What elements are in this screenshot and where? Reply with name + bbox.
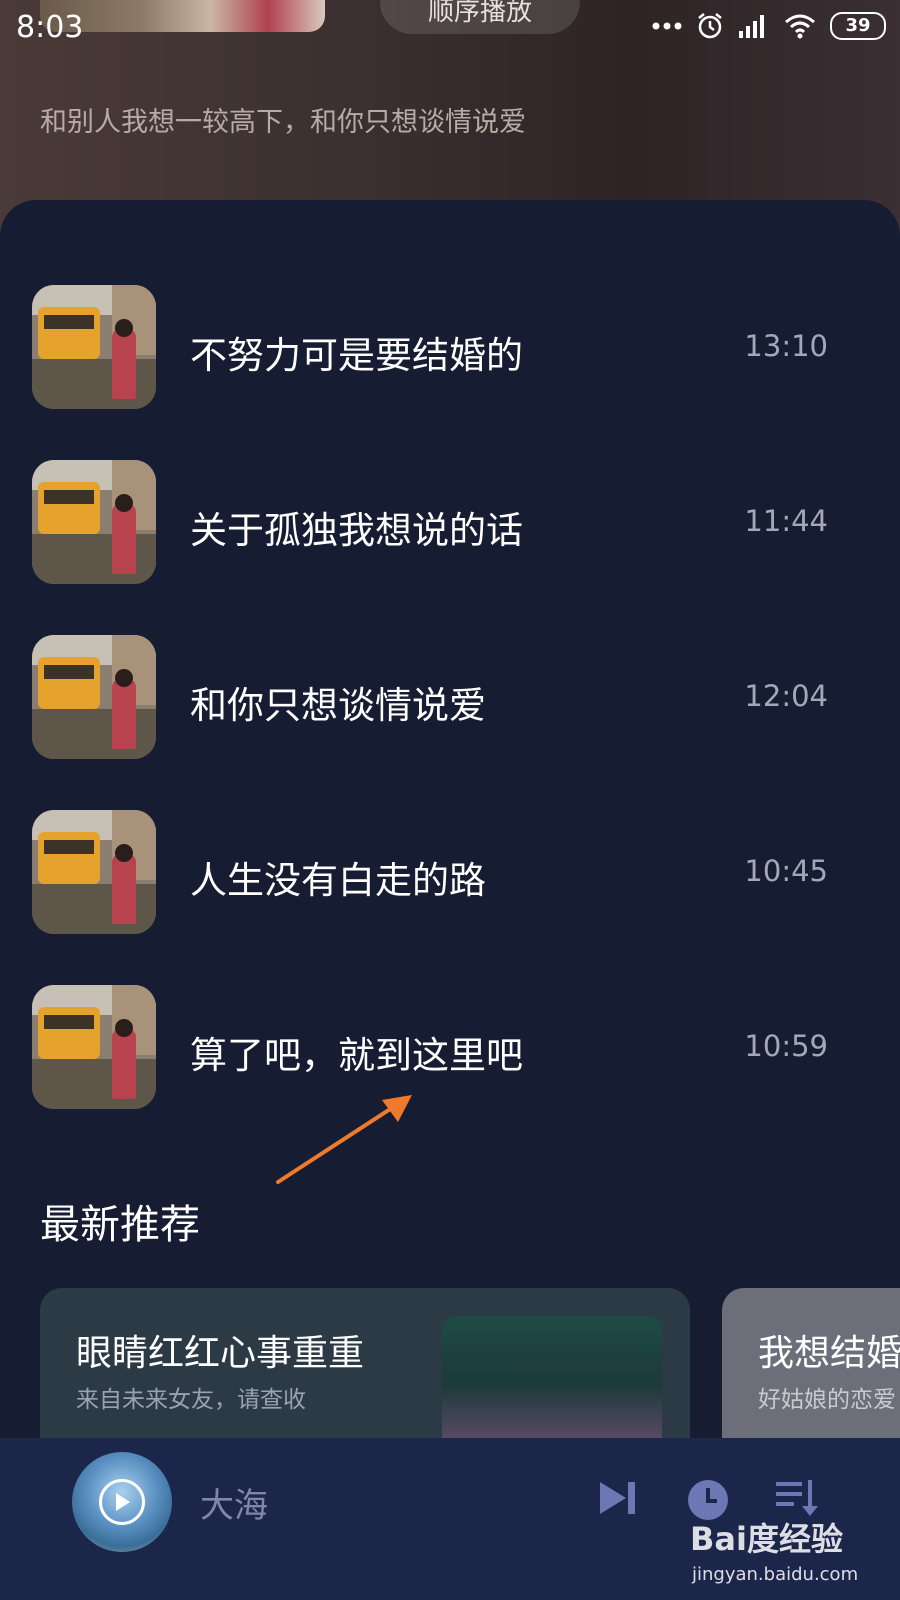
song-item[interactable]: 和你只想谈情说爱 12:04 (0, 635, 900, 765)
next-track-icon[interactable] (596, 1478, 640, 1518)
wifi-icon (785, 14, 815, 39)
song-title: 不努力可是要结婚的 (190, 334, 523, 377)
play-icon (116, 1493, 130, 1511)
recommend-card-subtitle: 来自未来女友，请查收 (76, 1387, 306, 1413)
song-item[interactable]: 关于孤独我想说的话 11:44 (0, 460, 900, 590)
status-bar: 8:03 39 (0, 0, 900, 60)
song-cover-image (32, 985, 156, 1109)
play-button[interactable] (99, 1479, 145, 1525)
alarm-icon (698, 13, 722, 39)
song-item[interactable]: 算了吧，就到这里吧 10:59 (0, 985, 900, 1115)
recommend-card-subtitle: 好姑娘的恋爱 (758, 1387, 896, 1413)
more-dots-icon (652, 22, 682, 30)
status-time: 8:03 (16, 10, 84, 45)
battery-indicator: 39 (830, 12, 886, 40)
song-title: 和你只想谈情说爱 (190, 684, 486, 727)
song-cover-image (32, 810, 156, 934)
playlist-icon[interactable] (774, 1478, 820, 1518)
watermark-url: jingyan.baidu.com (692, 1564, 859, 1585)
song-duration: 10:59 (744, 1029, 828, 1063)
playlist-subtitle: 和别人我想一较高下，和你只想谈情说爱 (40, 107, 526, 138)
song-cover-image (32, 460, 156, 584)
annotation-arrow-icon (276, 1095, 412, 1184)
song-duration: 10:45 (744, 854, 828, 888)
now-playing-title: 大海 (200, 1486, 268, 1526)
song-duration: 12:04 (744, 679, 828, 713)
song-title: 关于孤独我想说的话 (190, 509, 523, 552)
recommend-section-title: 最新推荐 (40, 1202, 200, 1248)
status-icons: 39 (652, 12, 886, 40)
now-playing-cover[interactable] (72, 1452, 172, 1552)
recommend-card-title: 我想结婚 (758, 1333, 900, 1374)
song-cover-image (32, 635, 156, 759)
recommend-card-title: 眼睛红红心事重重 (76, 1333, 365, 1374)
song-duration: 11:44 (744, 504, 828, 538)
song-title: 算了吧，就到这里吧 (190, 1034, 523, 1077)
signal-icon (739, 15, 764, 38)
song-item[interactable]: 不努力可是要结婚的 13:10 (0, 285, 900, 415)
song-title: 人生没有白走的路 (190, 859, 486, 902)
baidu-watermark: Bai度经验 jingyan.baidu.com (680, 1514, 880, 1594)
watermark-brand: Bai度经验 (690, 1520, 843, 1558)
song-cover-image (32, 285, 156, 409)
song-item[interactable]: 人生没有白走的路 10:45 (0, 810, 900, 940)
song-duration: 13:10 (744, 329, 828, 363)
